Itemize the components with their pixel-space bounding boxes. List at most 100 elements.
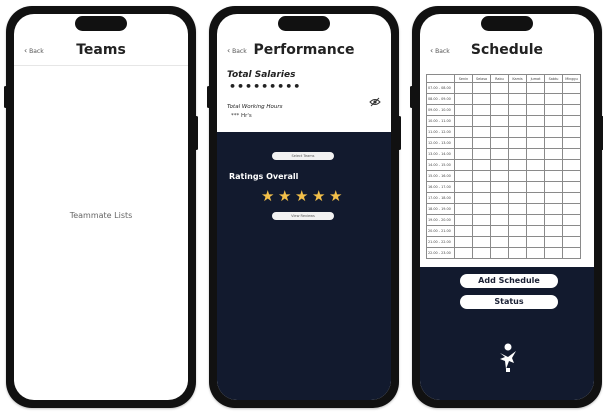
schedule-cell[interactable]	[508, 104, 527, 116]
schedule-cell[interactable]	[454, 115, 473, 127]
schedule-cell[interactable]	[526, 126, 545, 138]
schedule-cell[interactable]	[544, 82, 563, 94]
schedule-cell[interactable]	[508, 159, 527, 171]
schedule-cell[interactable]	[454, 203, 473, 215]
schedule-cell[interactable]	[490, 137, 509, 149]
schedule-cell[interactable]	[472, 159, 491, 171]
schedule-cell[interactable]	[490, 82, 509, 94]
schedule-cell[interactable]	[544, 159, 563, 171]
schedule-cell[interactable]	[472, 115, 491, 127]
schedule-cell[interactable]	[544, 170, 563, 182]
schedule-cell[interactable]	[490, 104, 509, 116]
schedule-cell[interactable]	[472, 225, 491, 237]
schedule-cell[interactable]	[544, 236, 563, 248]
schedule-cell[interactable]	[454, 82, 473, 94]
schedule-cell[interactable]	[472, 192, 491, 204]
schedule-cell[interactable]	[472, 82, 491, 94]
schedule-cell[interactable]	[544, 104, 563, 116]
schedule-cell[interactable]	[562, 137, 581, 149]
schedule-cell[interactable]	[562, 126, 581, 138]
schedule-cell[interactable]	[526, 148, 545, 160]
schedule-cell[interactable]	[472, 93, 491, 105]
schedule-cell[interactable]	[454, 170, 473, 182]
status-button[interactable]: Status	[460, 295, 558, 309]
schedule-cell[interactable]	[472, 137, 491, 149]
select-teams-button[interactable]: Select Teams	[272, 152, 334, 160]
schedule-cell[interactable]	[526, 214, 545, 226]
schedule-cell[interactable]	[544, 247, 563, 259]
schedule-cell[interactable]	[544, 115, 563, 127]
schedule-cell[interactable]	[490, 225, 509, 237]
schedule-cell[interactable]	[472, 214, 491, 226]
schedule-cell[interactable]	[490, 203, 509, 215]
schedule-cell[interactable]	[490, 126, 509, 138]
schedule-cell[interactable]	[562, 170, 581, 182]
schedule-cell[interactable]	[508, 115, 527, 127]
schedule-cell[interactable]	[508, 247, 527, 259]
schedule-cell[interactable]	[454, 159, 473, 171]
schedule-cell[interactable]	[562, 148, 581, 160]
schedule-cell[interactable]	[562, 93, 581, 105]
schedule-cell[interactable]	[508, 236, 527, 248]
schedule-cell[interactable]	[526, 203, 545, 215]
schedule-cell[interactable]	[508, 137, 527, 149]
schedule-cell[interactable]	[526, 93, 545, 105]
schedule-cell[interactable]	[472, 126, 491, 138]
schedule-cell[interactable]	[562, 104, 581, 116]
schedule-cell[interactable]	[562, 236, 581, 248]
schedule-cell[interactable]	[508, 82, 527, 94]
schedule-cell[interactable]	[454, 247, 473, 259]
schedule-cell[interactable]	[472, 148, 491, 160]
schedule-cell[interactable]	[454, 104, 473, 116]
schedule-cell[interactable]	[544, 181, 563, 193]
schedule-cell[interactable]	[508, 225, 527, 237]
schedule-cell[interactable]	[472, 247, 491, 259]
schedule-cell[interactable]	[490, 247, 509, 259]
schedule-cell[interactable]	[526, 247, 545, 259]
schedule-cell[interactable]	[508, 214, 527, 226]
schedule-cell[interactable]	[472, 181, 491, 193]
schedule-cell[interactable]	[526, 170, 545, 182]
schedule-cell[interactable]	[562, 181, 581, 193]
schedule-cell[interactable]	[454, 236, 473, 248]
schedule-cell[interactable]	[562, 203, 581, 215]
schedule-cell[interactable]	[472, 104, 491, 116]
schedule-cell[interactable]	[526, 236, 545, 248]
schedule-cell[interactable]	[454, 126, 473, 138]
schedule-cell[interactable]	[562, 214, 581, 226]
schedule-cell[interactable]	[544, 192, 563, 204]
schedule-cell[interactable]	[508, 170, 527, 182]
schedule-cell[interactable]	[562, 159, 581, 171]
schedule-cell[interactable]	[526, 159, 545, 171]
schedule-cell[interactable]	[544, 93, 563, 105]
schedule-cell[interactable]	[526, 115, 545, 127]
schedule-cell[interactable]	[544, 148, 563, 160]
schedule-cell[interactable]	[508, 126, 527, 138]
schedule-cell[interactable]	[562, 115, 581, 127]
schedule-cell[interactable]	[526, 104, 545, 116]
schedule-cell[interactable]	[508, 192, 527, 204]
view-reviews-button[interactable]: View Reviews	[272, 212, 334, 220]
schedule-cell[interactable]	[544, 225, 563, 237]
schedule-cell[interactable]	[544, 203, 563, 215]
schedule-cell[interactable]	[490, 170, 509, 182]
schedule-cell[interactable]	[562, 82, 581, 94]
schedule-cell[interactable]	[454, 148, 473, 160]
schedule-cell[interactable]	[490, 115, 509, 127]
schedule-cell[interactable]	[490, 192, 509, 204]
schedule-cell[interactable]	[508, 181, 527, 193]
schedule-cell[interactable]	[508, 203, 527, 215]
schedule-cell[interactable]	[508, 148, 527, 160]
schedule-cell[interactable]	[562, 225, 581, 237]
schedule-cell[interactable]	[526, 192, 545, 204]
schedule-cell[interactable]	[454, 225, 473, 237]
schedule-cell[interactable]	[508, 93, 527, 105]
schedule-cell[interactable]	[526, 225, 545, 237]
schedule-cell[interactable]	[526, 181, 545, 193]
schedule-cell[interactable]	[490, 148, 509, 160]
schedule-cell[interactable]	[472, 203, 491, 215]
schedule-cell[interactable]	[490, 159, 509, 171]
schedule-cell[interactable]	[454, 93, 473, 105]
schedule-cell[interactable]	[454, 214, 473, 226]
schedule-cell[interactable]	[544, 214, 563, 226]
